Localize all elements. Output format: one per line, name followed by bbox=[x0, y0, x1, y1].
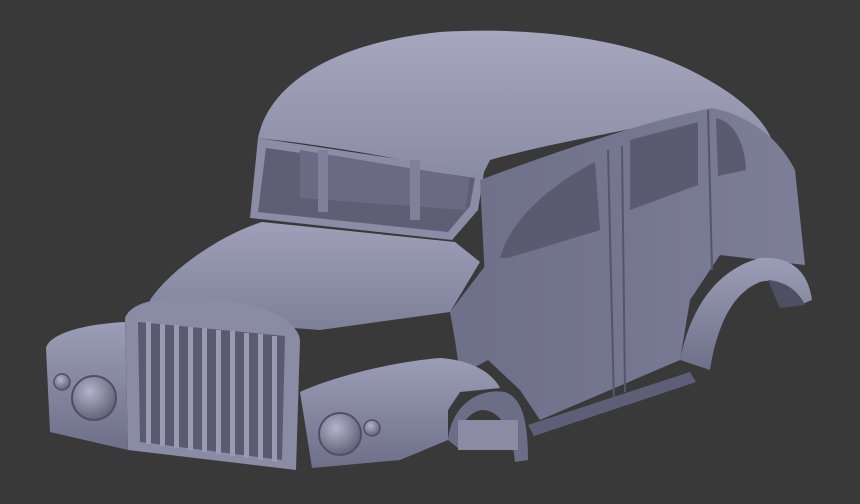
left-headlamp bbox=[71, 375, 117, 421]
truck-body-render bbox=[46, 30, 812, 470]
pillar-right bbox=[410, 160, 420, 220]
right-headlamp bbox=[318, 412, 362, 456]
left-marker-lamp bbox=[53, 373, 71, 391]
3d-viewport[interactable] bbox=[0, 0, 860, 504]
right-marker-lamp bbox=[363, 419, 381, 437]
wheel-arch-inner-block bbox=[458, 420, 518, 450]
pillar-left bbox=[318, 150, 328, 212]
